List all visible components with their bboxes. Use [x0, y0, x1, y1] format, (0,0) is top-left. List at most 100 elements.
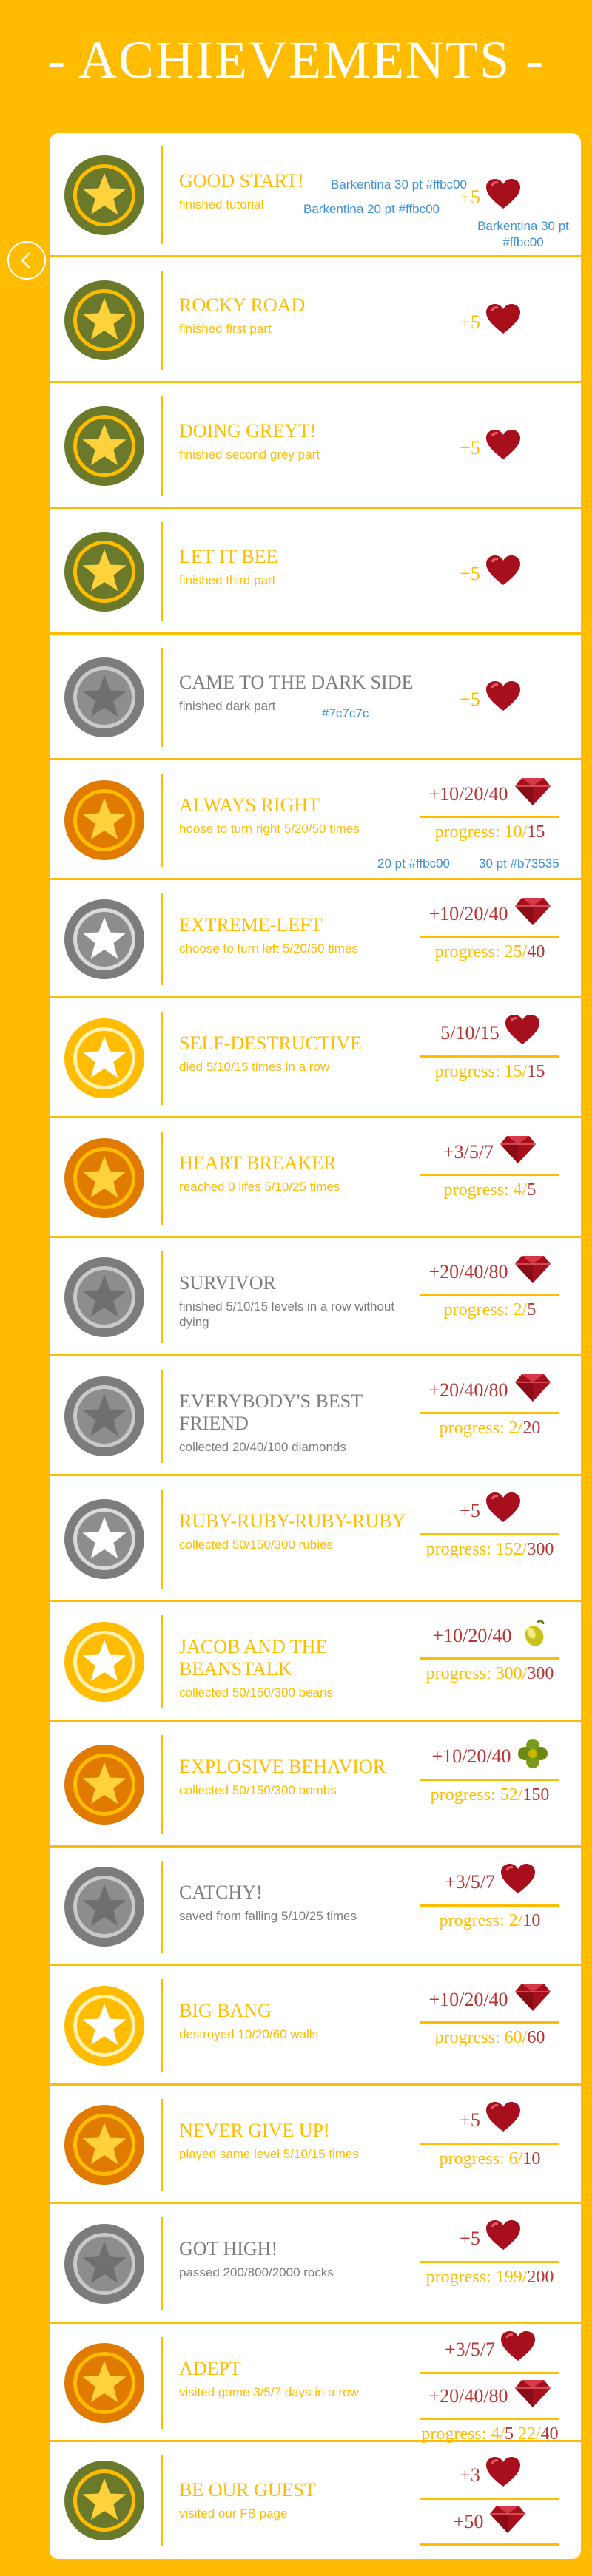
medal-star-icon — [63, 405, 146, 487]
achievement-text: EXTREME-LEFT choose to turn left 5/20/50… — [179, 914, 408, 956]
progress-text: progress: 60/60 — [434, 2028, 545, 2047]
divider — [161, 1735, 163, 1834]
medal-star-icon — [63, 279, 146, 362]
progress-text: progress: 152/300 — [426, 1540, 554, 1559]
achievement-desc: visited game 3/5/7 days in a row — [179, 2385, 359, 2399]
achievement-row[interactable]: LET IT BEE finished third part +5 — [50, 509, 581, 635]
achievement-row[interactable]: CATCHY! saved from falling 5/10/25 times… — [50, 1848, 581, 1966]
progress-current: 6 — [508, 2149, 518, 2168]
reward-value: +20/40/80 — [428, 1260, 508, 1282]
reward-value: +10/20/40 — [428, 902, 508, 924]
achievement-title: SELF-DESTRUCTIVE — [179, 1032, 362, 1054]
reward-block: +3 +50 — [416, 2457, 564, 2550]
medal-star-icon — [63, 779, 146, 862]
divider — [161, 1251, 163, 1343]
progress-label: progress: — [426, 2268, 496, 2287]
achievement-desc: finished third part — [179, 573, 276, 587]
achievement-row[interactable]: NEVER GIVE UP! played same level 5/10/15… — [50, 2086, 581, 2204]
achievement-desc: finished dark part — [179, 699, 276, 713]
achievement-row[interactable]: HEART BREAKER reached 0 lifes 5/10/25 ti… — [50, 1118, 581, 1238]
achievement-row[interactable]: GOT HIGH! passed 200/800/2000 rocks +5 p… — [50, 2204, 581, 2324]
reward-block: +3/5/7 progress: 2/10 — [416, 1864, 564, 1931]
reward: +5 — [416, 681, 564, 717]
progress-max: 10 — [522, 1911, 541, 1930]
progress-max: 5 — [527, 1300, 536, 1319]
divider — [161, 1132, 163, 1225]
chevron-left-icon — [21, 252, 30, 268]
heart-icon — [485, 304, 520, 340]
heart-icon — [485, 555, 520, 592]
progress-text: progress: 25/40 — [434, 942, 545, 961]
achievement-row[interactable]: BE OUR GUEST visited our FB page +3 +50 — [50, 2442, 581, 2559]
achievement-row[interactable]: SELF-DESTRUCTIVE died 5/10/15 times in a… — [50, 998, 581, 1118]
achievement-row[interactable]: JACOB AND THE BEANSTALK collected 50/150… — [50, 1602, 581, 1722]
divider — [161, 1861, 163, 1953]
heart-icon — [485, 179, 520, 215]
annotation-desc-font: Barkentina 20 pt #ffbc00 — [303, 202, 440, 216]
progress-current: 10 — [504, 822, 522, 842]
achievement-text: SURVIVOR finished 5/10/15 levels in a ro… — [179, 1272, 408, 1330]
underline — [420, 1294, 559, 1296]
heart-icon — [505, 1015, 539, 1051]
reward-block: +5 — [416, 430, 564, 466]
underline — [420, 1533, 559, 1535]
progress-label: progress: — [439, 2149, 509, 2168]
achievement-desc: collected 20/40/100 diamonds — [179, 1440, 346, 1454]
progress-label: progress: — [426, 1540, 496, 1559]
underline — [420, 2498, 559, 2500]
underline — [420, 2143, 559, 2145]
achievement-row[interactable]: SURVIVOR finished 5/10/15 levels in a ro… — [50, 1238, 581, 1356]
bean-icon — [518, 1618, 548, 1653]
progress-current: 52 — [500, 1785, 518, 1805]
ruby-icon — [514, 896, 551, 931]
ruby-icon — [500, 1135, 536, 1169]
reward: +20/40/80 — [416, 1254, 564, 1289]
reward: +5 — [416, 304, 564, 340]
back-button[interactable] — [7, 241, 46, 280]
reward-value: +5 — [460, 2227, 480, 2249]
divider — [161, 1615, 163, 1708]
medal-star-icon — [63, 154, 146, 237]
achievement-title: CATCHY! — [179, 1882, 263, 1903]
medal-star-icon — [63, 2103, 146, 2186]
achievement-title: EXTREME-LEFT — [179, 914, 323, 936]
progress-max: 60 — [527, 2028, 545, 2047]
achievement-desc: collected 50/150/300 bombs — [179, 1783, 337, 1797]
progress-text: progress: 4/5 — [443, 1180, 536, 1200]
progress-max: 300 — [527, 1664, 554, 1683]
achievement-desc: finished second grey part — [179, 447, 320, 462]
achievement-row[interactable]: ADEPT visited game 3/5/7 days in a row +… — [50, 2324, 581, 2444]
annotation-progress-b: 30 pt #b73535 — [479, 856, 559, 871]
achievement-row[interactable]: ROCKY ROAD finished first part +5 — [50, 257, 581, 383]
reward: +10/20/40 — [416, 1982, 564, 2017]
achievement-row[interactable]: DOING GREYT! finished second grey part +… — [50, 383, 581, 509]
achievement-row[interactable]: RUBY-RUBY-RUBY-RUBY collected 50/150/300… — [50, 1476, 581, 1602]
ruby-icon — [514, 777, 551, 811]
achievement-row[interactable]: EVERYBODY'S BEST FRIEND collected 20/40/… — [50, 1356, 581, 1476]
divider — [161, 648, 163, 747]
progress-label: progress: — [439, 1419, 509, 1438]
progress-text: progress: 2/5 — [443, 1300, 536, 1319]
reward-value: +5 — [460, 688, 480, 710]
achievement-desc: collected 50/150/300 beans — [179, 1686, 333, 1700]
progress-text: progress: 300/300 — [426, 1664, 554, 1683]
reward: +10/20/40 — [416, 896, 564, 931]
progress-max: 40 — [527, 942, 545, 961]
reward-value: +10/20/40 — [431, 1745, 511, 1767]
reward: +20/40/80 — [416, 2379, 564, 2413]
achievement-row[interactable]: BIG BANG destroyed 10/20/60 walls +10/20… — [50, 1966, 581, 2086]
achievement-desc: died 5/10/15 times in a row — [179, 1060, 330, 1074]
reward: +5 — [416, 1492, 564, 1529]
achievement-row[interactable]: EXTREME-LEFT choose to turn left 5/20/50… — [50, 880, 581, 998]
achievement-desc: hoose to turn right 5/20/50 times — [179, 822, 360, 836]
reward-block: +20/40/80 progress: 2/20 — [416, 1373, 564, 1439]
achievement-row[interactable]: CAME TO THE DARK SIDE finished dark part… — [50, 635, 581, 760]
heart-icon — [485, 1492, 520, 1529]
achievement-row[interactable]: EXPLOSIVE BEHAVIOR collected 50/150/300 … — [50, 1722, 581, 1848]
progress-text: progress: 10/15 — [434, 822, 545, 842]
achievement-text: CATCHY! saved from falling 5/10/25 times — [179, 1882, 408, 1924]
medal-star-icon — [63, 1620, 146, 1703]
divider — [161, 146, 163, 244]
reward: +10/20/40 — [416, 1738, 564, 1774]
progress-label: progress: — [434, 942, 505, 961]
